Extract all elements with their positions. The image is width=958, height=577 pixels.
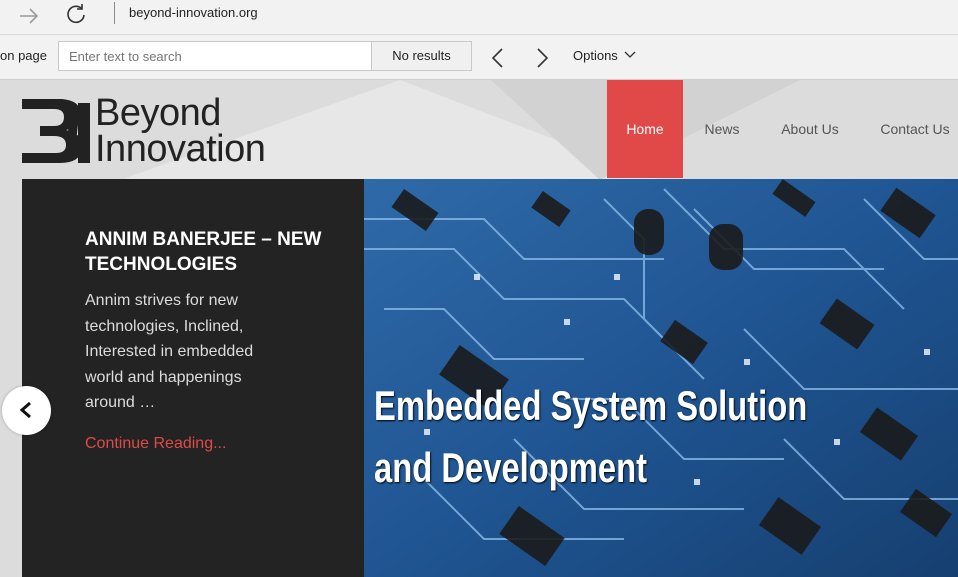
find-label: on page: [0, 48, 47, 63]
chevron-left-icon: [19, 402, 31, 418]
website: Beyond Innovation Home News About Us Con…: [0, 80, 958, 577]
logo-text-line1: Beyond: [95, 92, 221, 134]
address-separator: [114, 2, 115, 24]
slide-excerpt: Annim strives for new technologies, Incl…: [85, 292, 254, 411]
slide-caption: Embedded System Solution and Development: [374, 375, 807, 499]
address-bar: beyond-innovation.org: [0, 0, 958, 35]
slide-caption-line2: and Development: [374, 444, 648, 491]
nav-item-news[interactable]: News: [694, 80, 750, 178]
site-logo[interactable]: Beyond Innovation: [22, 92, 287, 170]
refresh-icon[interactable]: [64, 2, 88, 26]
slide-title[interactable]: ANNIM BANERJEE – NEW TECHNOLOGIES: [85, 227, 325, 277]
logo-text-line2: Innovation: [95, 128, 266, 170]
nav-item-about-us[interactable]: About Us: [772, 80, 848, 178]
slide-caption-line1: Embedded System Solution: [374, 382, 808, 429]
find-on-page-bar: on page No results Options: [0, 35, 958, 80]
previous-slide-button[interactable]: [2, 386, 51, 435]
nav-item-contact-us[interactable]: Contact Us: [873, 80, 957, 178]
find-previous-icon[interactable]: [489, 47, 507, 69]
slide-text-panel: ANNIM BANERJEE – NEW TECHNOLOGIES Annim …: [22, 179, 364, 577]
find-search-input[interactable]: [58, 41, 372, 71]
forward-icon[interactable]: [17, 4, 41, 28]
nav-item-home[interactable]: Home: [607, 80, 683, 178]
find-results: No results: [372, 41, 472, 71]
chevron-down-icon[interactable]: [624, 49, 636, 61]
featured-slider: ANNIM BANERJEE – NEW TECHNOLOGIES Annim …: [22, 179, 958, 577]
url-field[interactable]: beyond-innovation.org: [129, 5, 258, 20]
slide-image[interactable]: Embedded System Solution and Development: [364, 179, 958, 577]
continue-reading-link[interactable]: Continue Reading...: [85, 435, 226, 453]
find-options-button[interactable]: Options: [573, 48, 618, 63]
find-next-icon[interactable]: [533, 47, 551, 69]
logo-mark-icon: [22, 99, 90, 163]
